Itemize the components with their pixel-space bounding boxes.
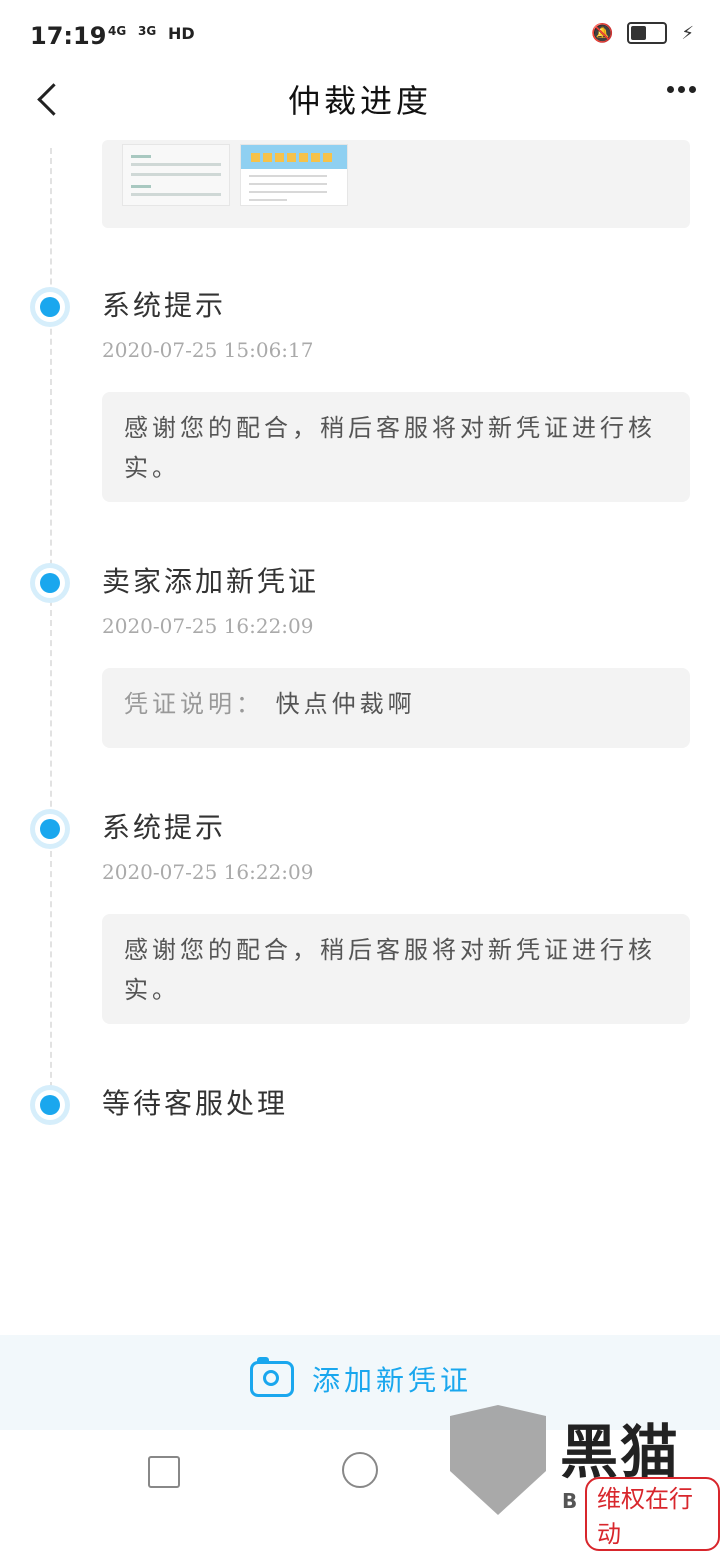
camera-icon	[250, 1357, 294, 1397]
event-title: 等待客服处理	[102, 1087, 289, 1120]
timeline-node	[30, 1085, 70, 1125]
watermark-logo: 黑猫 B 维权在行动	[450, 1405, 720, 1551]
add-evidence-label: 添加新凭证	[312, 1364, 473, 1397]
evidence-thumbnail[interactable]	[122, 144, 230, 206]
event-title: 系统提示	[102, 289, 227, 322]
signal-4g-icon: 4G	[108, 24, 127, 38]
timeline-node	[30, 563, 70, 603]
more-menu-icon[interactable]	[667, 86, 696, 93]
vibrate-mute-icon: 🔕	[590, 22, 614, 44]
evidence-description: 凭证说明： 快点仲裁啊	[102, 668, 690, 748]
evidence-thumbnail[interactable]	[240, 144, 348, 206]
nav-bar: 仲裁进度	[0, 70, 720, 130]
evidence-images-card	[102, 140, 690, 228]
home-button[interactable]	[342, 1452, 378, 1488]
signal-3g-icon: 3G	[138, 24, 157, 38]
watermark-letter: B	[562, 1489, 578, 1513]
status-icons: 🔕 ⚡	[591, 22, 694, 44]
event-message: 感谢您的配合，稍后客服将对新凭证进行核实。	[102, 392, 690, 502]
timeline-node	[30, 287, 70, 327]
status-bar: 17:19 4G 3G HD 🔕 ⚡	[0, 0, 720, 70]
event-time: 2020-07-25 16:22:09	[102, 614, 314, 638]
evidence-description-value: 快点仲裁啊	[275, 690, 416, 718]
evidence-description-label: 凭证说明：	[124, 690, 264, 718]
status-time: 17:19	[30, 22, 107, 50]
page-title: 仲裁进度	[287, 82, 432, 120]
hd-icon: HD	[168, 24, 195, 43]
event-message: 感谢您的配合，稍后客服将对新凭证进行核实。	[102, 914, 690, 1024]
watermark-slogan: 维权在行动	[585, 1477, 720, 1551]
add-evidence-button[interactable]: 添加新凭证	[250, 1357, 473, 1399]
timeline-node	[30, 809, 70, 849]
charging-icon: ⚡	[681, 22, 694, 44]
battery-icon	[627, 22, 668, 44]
recent-apps-button[interactable]	[148, 1456, 180, 1488]
event-title: 系统提示	[102, 811, 227, 844]
cat-shield-icon	[450, 1405, 546, 1515]
event-time: 2020-07-25 16:22:09	[102, 860, 314, 884]
event-title: 卖家添加新凭证	[102, 565, 320, 598]
event-time: 2020-07-25 15:06:17	[102, 338, 314, 362]
